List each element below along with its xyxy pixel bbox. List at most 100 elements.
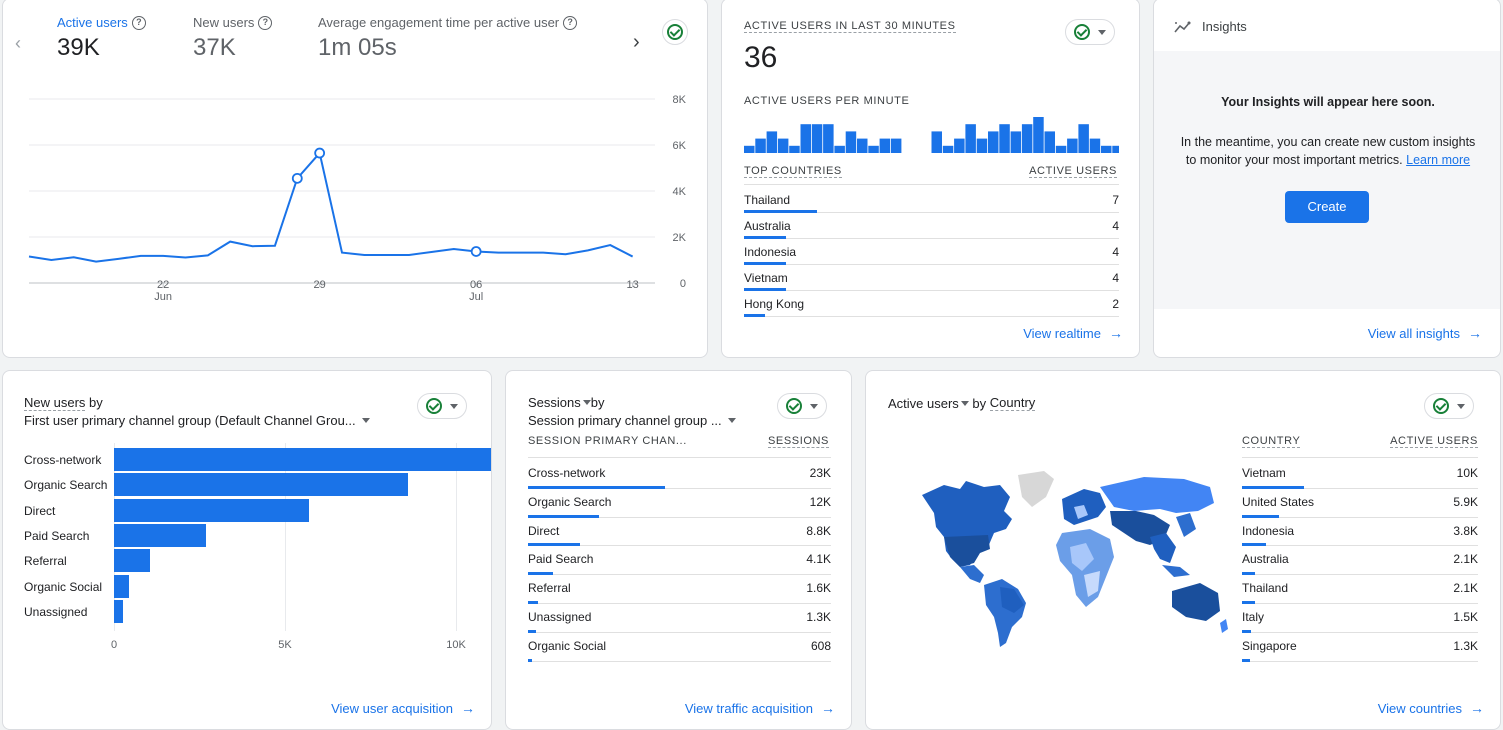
table-row[interactable]: Singapore 1.3K [1242, 633, 1478, 662]
map-oceania[interactable] [1162, 565, 1228, 633]
minute-bar[interactable] [1101, 145, 1112, 153]
map-asia[interactable] [1100, 477, 1214, 563]
row-value-bar [528, 658, 532, 662]
minute-bar[interactable] [800, 124, 812, 153]
minute-bar[interactable] [1021, 124, 1033, 153]
map-greenland[interactable] [1018, 471, 1054, 507]
world-map[interactable] [914, 467, 1234, 651]
minute-bar[interactable] [845, 131, 857, 153]
minute-bar[interactable] [868, 145, 879, 153]
minute-bar[interactable] [976, 138, 988, 153]
map-south-america[interactable] [984, 579, 1026, 647]
category-bar[interactable] [114, 549, 150, 573]
table-row[interactable]: Italy 1.5K [1242, 604, 1478, 633]
category-bar[interactable] [114, 498, 309, 522]
realtime-count: 36 [744, 41, 778, 74]
minute-bar[interactable] [744, 145, 755, 153]
table-row[interactable]: Paid Search 4.1K [528, 546, 831, 576]
minute-bar[interactable] [755, 138, 766, 153]
map-africa[interactable] [1056, 529, 1114, 607]
minute-bar[interactable] [1044, 131, 1056, 153]
minute-bar[interactable] [879, 138, 891, 153]
data-point[interactable] [470, 246, 482, 257]
minute-bar[interactable] [988, 131, 999, 153]
create-button[interactable]: Create [1285, 191, 1369, 223]
table-row[interactable]: Organic Search 12K [528, 489, 831, 518]
table-row[interactable]: Unassigned 1.3K [528, 604, 831, 633]
minute-bar[interactable] [777, 138, 789, 153]
minute-bar[interactable] [999, 124, 1010, 153]
row-label: Indonesia [1242, 523, 1295, 538]
minute-bar[interactable] [834, 145, 845, 153]
table-row[interactable]: Indonesia 3.8K [1242, 518, 1478, 547]
table-row[interactable]: Direct 8.8K [528, 518, 831, 547]
arrow-right-icon: → [1470, 700, 1484, 716]
table-row[interactable]: Organic Social 608 [528, 633, 831, 662]
category-bar[interactable] [114, 599, 123, 623]
minute-bar[interactable] [789, 145, 800, 153]
countries-title: Active users by Country [888, 395, 1036, 411]
data-point[interactable] [291, 172, 303, 184]
metric-selector[interactable]: Sessions [528, 395, 581, 410]
learn-more-link[interactable]: Learn more [1406, 153, 1470, 167]
table-row[interactable]: Indonesia 4 [744, 239, 1119, 265]
minute-bar[interactable] [811, 124, 823, 153]
view-realtime-link[interactable]: View realtime → [1023, 325, 1123, 341]
col-header-active-users: ACTIVE USERS [1390, 435, 1478, 448]
col-header-sessions: SESSIONS [767, 435, 829, 448]
map-europe[interactable] [1062, 489, 1106, 525]
category-bar[interactable] [114, 473, 409, 497]
table-row[interactable]: United States 5.9K [1242, 489, 1478, 518]
table-row[interactable]: Referral 1.6K [528, 575, 831, 604]
minute-bar[interactable] [1067, 138, 1078, 153]
dimension-selector[interactable]: Country [989, 395, 1036, 411]
dimension-selector[interactable]: Session primary channel group ... [528, 413, 736, 428]
insights-line-2: In the meantime, you can create new cust… [1180, 135, 1476, 149]
chevron-down-icon[interactable] [960, 400, 969, 406]
realtime-card: ACTIVE USERS IN LAST 30 MINUTES 36 ACTIV… [721, 0, 1140, 358]
minute-bar[interactable] [857, 138, 868, 153]
minute-bar[interactable] [1112, 145, 1119, 153]
link-label: View realtime [1023, 326, 1101, 341]
table-row[interactable]: Vietnam 10K [1242, 460, 1478, 489]
metric-selector[interactable]: Active users [888, 396, 959, 411]
countries-compare-button[interactable] [1424, 393, 1474, 419]
minute-bar[interactable] [890, 138, 902, 153]
table-row[interactable]: Hong Kong 2 [744, 291, 1119, 317]
view-traffic-acquisition-link[interactable]: View traffic acquisition → [685, 700, 835, 716]
minute-bar[interactable] [942, 145, 954, 153]
table-row[interactable]: Thailand 2.1K [1242, 575, 1478, 604]
row-value: 4 [1112, 245, 1119, 259]
category-bar[interactable] [114, 448, 491, 471]
minute-bar[interactable] [965, 124, 976, 153]
table-row[interactable]: Vietnam 4 [744, 265, 1119, 291]
table-row[interactable]: Thailand 7 [744, 187, 1119, 213]
minute-bar[interactable] [1010, 131, 1022, 153]
category-bar[interactable] [114, 523, 207, 547]
view-countries-link[interactable]: View countries → [1378, 700, 1484, 716]
sessions-title: Sessions by [528, 395, 604, 410]
minute-bar[interactable] [1033, 117, 1044, 153]
row-value: 12K [809, 494, 831, 509]
sessions-compare-button[interactable] [777, 393, 827, 419]
minute-bar[interactable] [766, 131, 778, 153]
row-value: 3.8K [1453, 523, 1478, 538]
minute-bar[interactable] [1078, 124, 1089, 153]
minute-bar[interactable] [931, 131, 943, 153]
data-point[interactable] [314, 147, 326, 159]
minute-bar[interactable] [823, 124, 834, 153]
view-all-insights-link[interactable]: View all insights → [1368, 325, 1482, 341]
chevron-down-icon[interactable] [582, 400, 591, 405]
minute-bar[interactable] [1055, 145, 1067, 153]
category-bar[interactable] [114, 574, 130, 598]
table-row[interactable]: Cross-network 23K [528, 460, 831, 489]
minute-bar[interactable] [954, 138, 965, 153]
table-row[interactable]: Australia 4 [744, 213, 1119, 239]
insights-line-3: to monitor your most important metrics. [1185, 153, 1403, 167]
map-north-america[interactable] [922, 481, 1012, 583]
view-user-acquisition-link[interactable]: View user acquisition → [331, 700, 475, 716]
realtime-compare-button[interactable] [1065, 19, 1115, 45]
minute-bar[interactable] [1089, 138, 1101, 153]
x-tick-day: 22 [157, 279, 169, 291]
table-row[interactable]: Australia 2.1K [1242, 546, 1478, 576]
